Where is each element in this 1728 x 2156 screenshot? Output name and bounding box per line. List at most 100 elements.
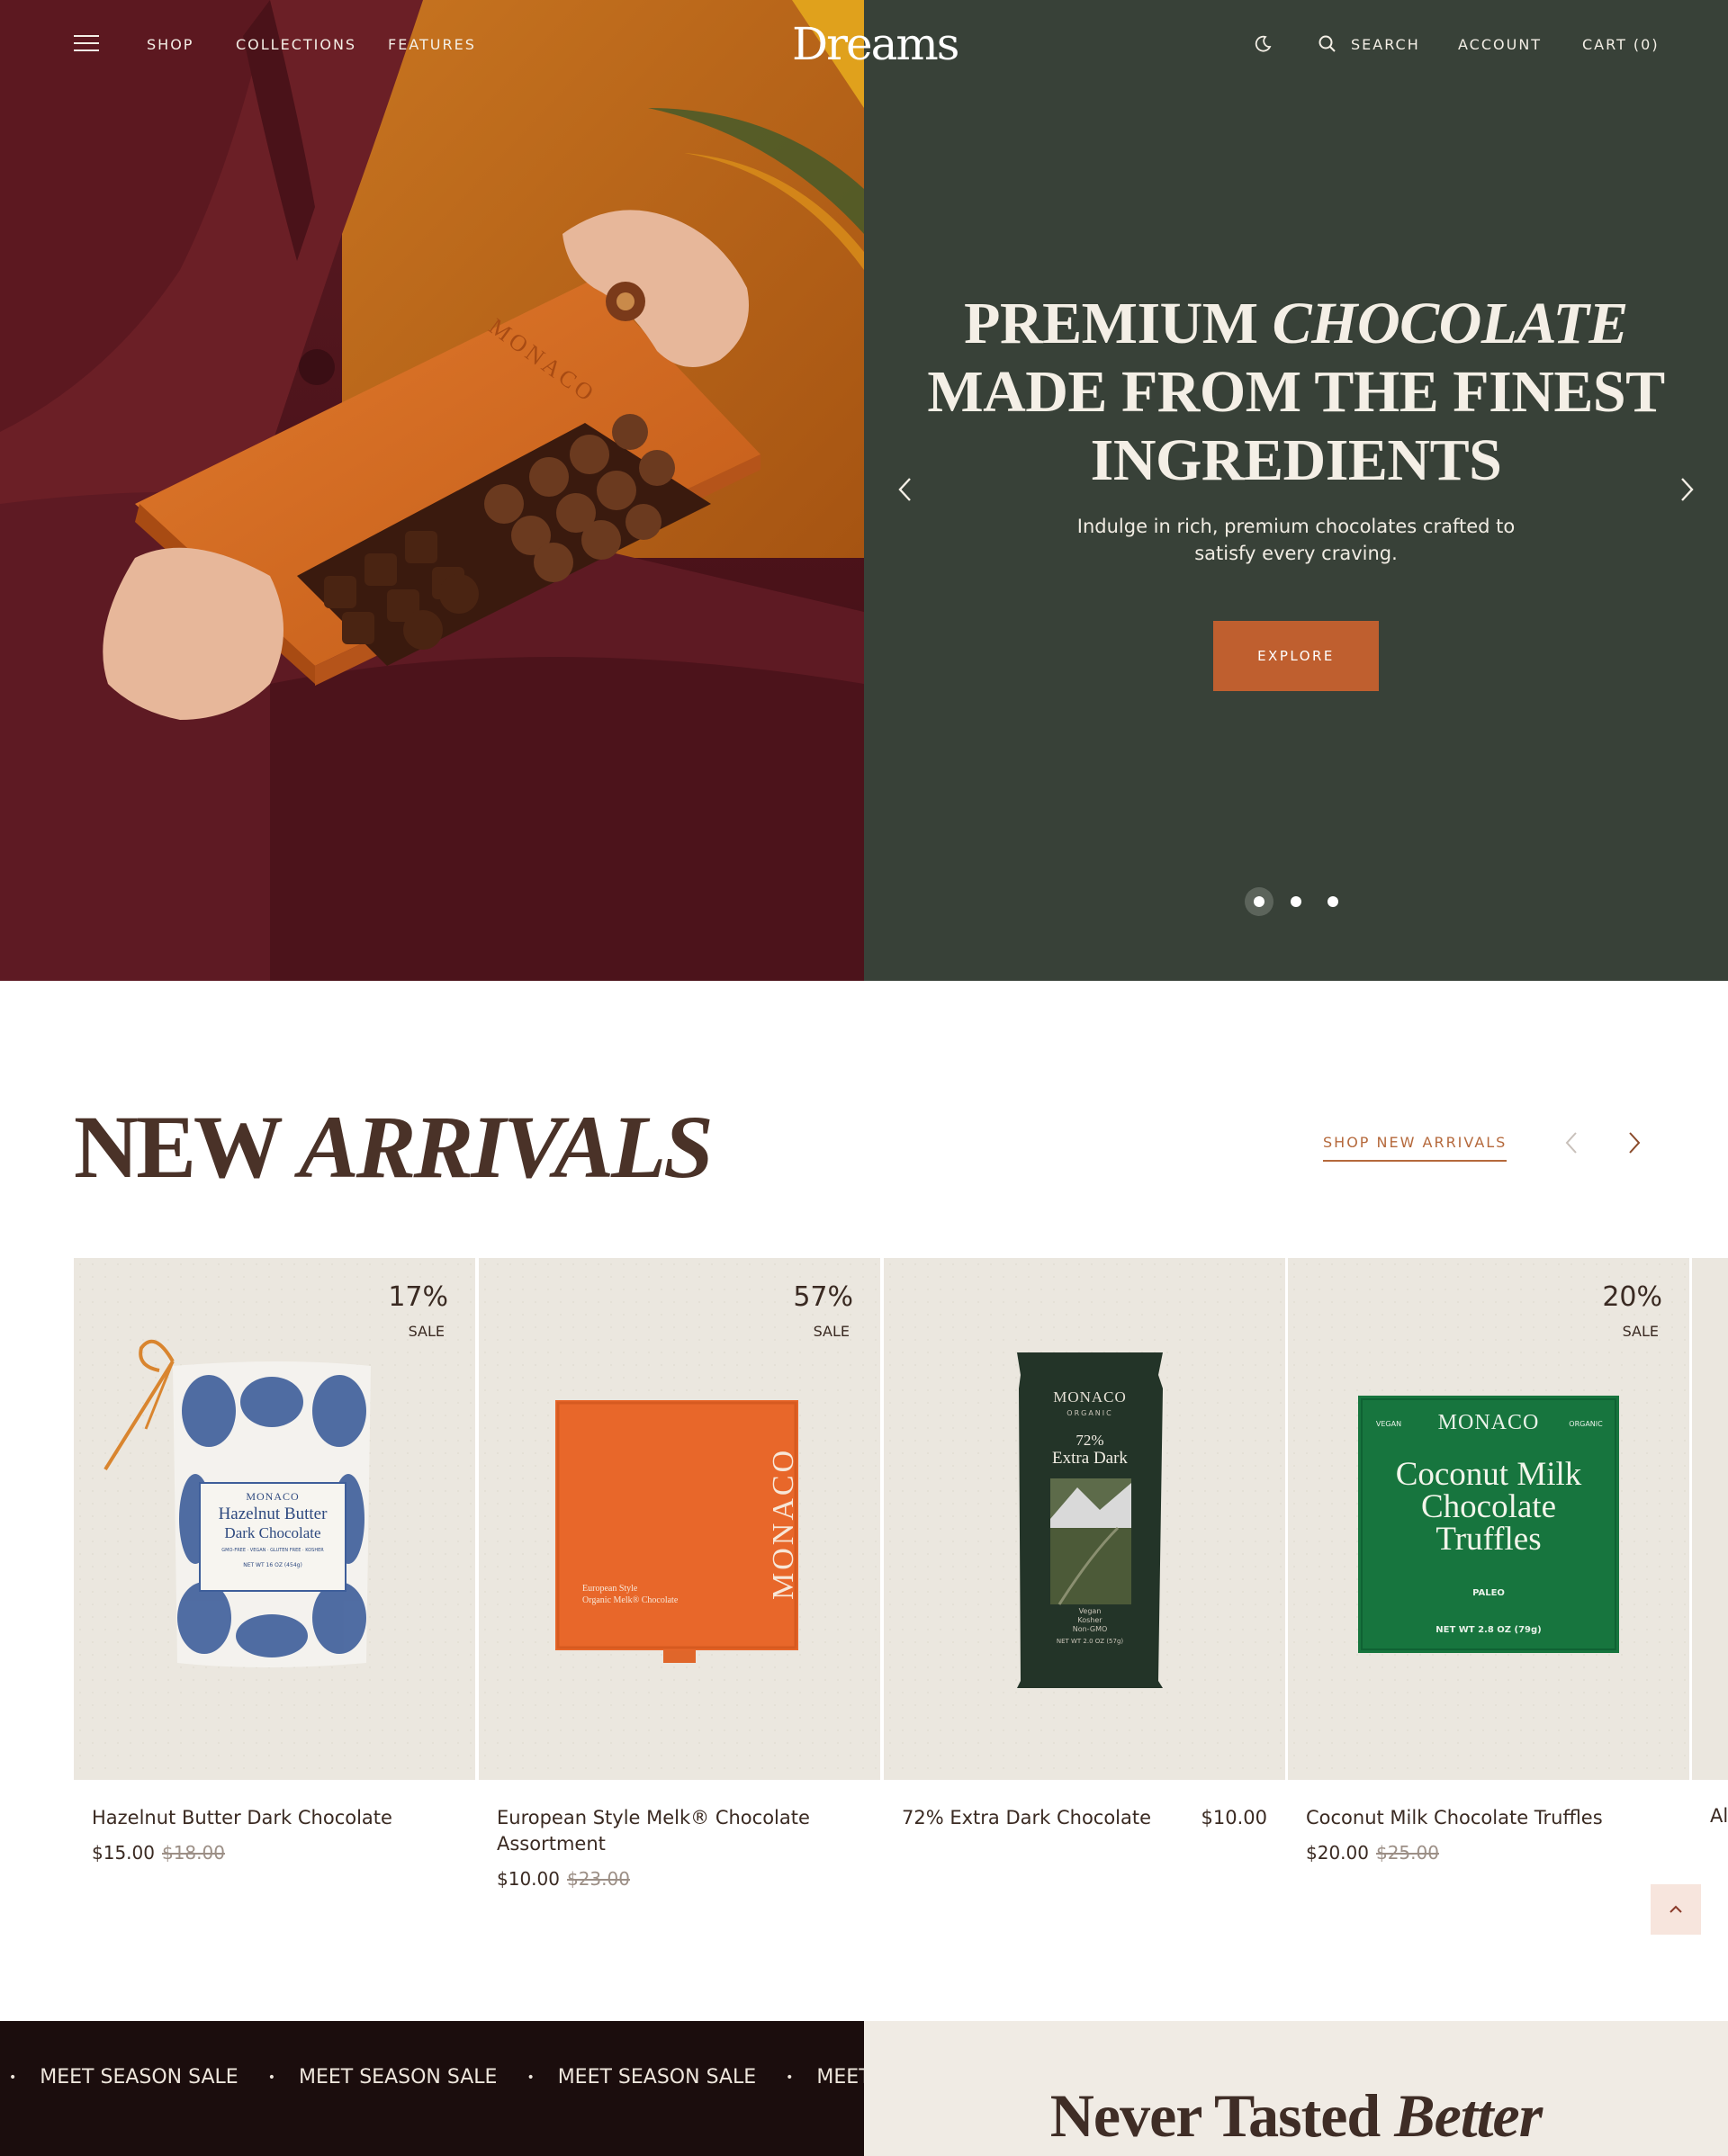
arrivals-prev-button[interactable] — [1555, 1127, 1588, 1159]
pack-sub: ORGANIC — [1066, 1409, 1113, 1417]
product-name[interactable]: Hazelnut Butter Dark Chocolate — [74, 1805, 475, 1831]
pack-line1: 72% — [1076, 1432, 1104, 1449]
product-card[interactable]: 20% SALE VEGAN MONACO ORGANIC Coconut Mi… — [1288, 1258, 1689, 1864]
chevron-left-icon — [1565, 1132, 1577, 1154]
pack-small: PALEO — [1472, 1588, 1505, 1598]
slide-dot-1[interactable] — [1254, 896, 1264, 907]
product-price: $20.00 $25.00 — [1288, 1842, 1689, 1864]
old-price: $23.00 — [566, 1868, 630, 1890]
chevron-up-icon — [1670, 1905, 1682, 1913]
product-name: 72% Extra Dark Chocolate $10.00 — [884, 1805, 1285, 1831]
product-image[interactable]: 20% SALE VEGAN MONACO ORGANIC Coconut Mi… — [1288, 1258, 1689, 1780]
product-price: $10.00 $23.00 — [479, 1868, 880, 1890]
product-name[interactable]: Al — [1692, 1805, 1728, 1827]
product-name[interactable]: Coconut Milk Chocolate Truffles — [1288, 1805, 1689, 1831]
marquee-text: MEET SEASON SALE — [557, 2066, 757, 2089]
never-tasted-section: Never Tasted Better — [864, 2021, 1728, 2156]
pack-brand: MONACO — [1053, 1388, 1127, 1406]
pack-brand: MONACO — [246, 1490, 300, 1503]
never-title-italic: Better — [1394, 2081, 1543, 2150]
chevron-right-icon — [1681, 478, 1694, 501]
sale-marquee: • MEET SEASON SALE • MEET SEASON SALE • MEE… — [0, 2021, 864, 2156]
hero-photo-illustration — [0, 0, 864, 981]
product-price: $15.00 $18.00 — [74, 1842, 475, 1864]
product-image[interactable]: 57% SALE MONACO European Style Organic M… — [479, 1258, 880, 1780]
product-name-text[interactable]: 72% Extra Dark Chocolate — [902, 1805, 1151, 1831]
never-tasted-title: Never Tasted Better — [864, 2080, 1728, 2152]
pack-line2: Organic Melk® Chocolate — [582, 1595, 679, 1605]
pack-brand: MONACO — [767, 1447, 800, 1600]
pack-weight: NET WT 2.0 OZ (57g) — [1056, 1638, 1124, 1645]
pack-weight: NET WT 2.8 OZ (79g) — [1436, 1625, 1542, 1635]
dark-bar-illustration — [1017, 1352, 1163, 1688]
price: $20.00 — [1306, 1842, 1369, 1864]
product-name[interactable]: European Style Melk® Chocolate Assortmen… — [479, 1805, 880, 1857]
nav-cart[interactable]: CART (0) — [1582, 36, 1660, 53]
hero-section: MONACO PREMIUM CHOCOLATE MADE FROM THE F… — [0, 0, 1728, 981]
product-card[interactable]: 17% SALE MONACO Hazelnut Butter Dark Cho… — [74, 1258, 475, 1864]
old-price: $25.00 — [1375, 1842, 1439, 1864]
pack-line2: Chocolate — [1420, 1488, 1556, 1525]
product-image[interactable]: MONACO ORGANIC 72% Extra Dark Vegan Kosh… — [884, 1258, 1285, 1780]
marquee-bullet: • — [526, 2071, 535, 2085]
nav-shop[interactable]: SHOP — [147, 36, 194, 53]
pack-weight: NET WT 16 OZ (454g) — [243, 1562, 302, 1568]
assortment-box-illustration — [555, 1400, 798, 1663]
product-card[interactable]: Al — [1692, 1258, 1728, 1834]
marquee-text: MEET SEASON SALE — [40, 2066, 238, 2089]
price: $10.00 — [497, 1868, 560, 1890]
theme-toggle[interactable] — [1253, 34, 1273, 54]
top-nav: SHOP COLLECTIONS FEATURES Dreams SEARCH … — [0, 0, 1728, 90]
nav-collections[interactable]: COLLECTIONS — [236, 36, 356, 53]
hero-next-button[interactable] — [1669, 472, 1705, 508]
marquee-bullet: • — [267, 2071, 275, 2085]
moon-icon — [1255, 35, 1272, 52]
product-card[interactable]: 57% SALE MONACO European Style Organic M… — [479, 1258, 880, 1890]
marquee-track: • MEET SEASON SALE • MEET SEASON SALE • MEE… — [9, 2066, 864, 2089]
shop-new-arrivals-link[interactable]: SHOP NEW ARRIVALS — [1323, 1134, 1508, 1162]
nav-account[interactable]: ACCOUNT — [1458, 36, 1542, 53]
price: $15.00 — [92, 1842, 155, 1864]
pack-line3: Truffles — [1436, 1521, 1542, 1558]
arrivals-next-button[interactable] — [1618, 1127, 1651, 1159]
back-to-top-button[interactable] — [1651, 1884, 1701, 1935]
site-logo[interactable]: Dreams — [792, 18, 959, 70]
new-arrivals-title-plain: NEW — [74, 1097, 300, 1197]
pack-small: GMO-FREE · VEGAN · GLUTEN FREE · KOSHER — [221, 1548, 324, 1553]
product-image[interactable]: 17% SALE MONACO Hazelnut Butter Dark Cho… — [74, 1258, 475, 1780]
chevron-left-icon — [898, 478, 911, 501]
search-button[interactable]: SEARCH — [1318, 32, 1420, 56]
marquee-text: MEET SEASON SALE — [298, 2066, 498, 2089]
marquee-bullet: • — [786, 2071, 794, 2085]
search-icon — [1318, 35, 1336, 52]
search-label: SEARCH — [1351, 36, 1420, 53]
hero-title-italic: CHOCOLATE — [1272, 291, 1629, 356]
hero-subtitle: Indulge in rich, premium chocolates craf… — [1076, 516, 1516, 564]
price: $10.00 — [1201, 1807, 1267, 1828]
nav-features[interactable]: FEATURES — [388, 36, 476, 53]
slide-dot-3[interactable] — [1328, 896, 1338, 907]
old-price: $18.00 — [161, 1842, 225, 1864]
product-card[interactable]: MONACO ORGANIC 72% Extra Dark Vegan Kosh… — [884, 1258, 1285, 1831]
slide-dot-2[interactable] — [1291, 896, 1301, 907]
hero-prev-button[interactable] — [887, 472, 923, 508]
chevron-right-icon — [1629, 1132, 1641, 1154]
pack-line1: Coconut Milk — [1395, 1456, 1582, 1493]
marquee-text: MEET SEASON SALE — [816, 2066, 864, 2089]
never-title-plain: Never Tasted — [1049, 2081, 1395, 2150]
pack-line2: Dark Chocolate — [224, 1524, 321, 1541]
pack-small3: Non-GMO — [1072, 1625, 1108, 1633]
hamburger-icon[interactable] — [74, 34, 99, 52]
explore-button[interactable]: EXPLORE — [1213, 621, 1379, 691]
marquee-bullet: • — [9, 2071, 17, 2085]
hero-title-line2: MADE FROM THE FINEST — [927, 359, 1665, 425]
pack-tag-right: ORGANIC — [1569, 1420, 1603, 1428]
product-image[interactable] — [1692, 1258, 1728, 1780]
hero-title-line1: PREMIUM — [964, 291, 1273, 356]
new-arrivals-title: NEW ARRIVALS — [74, 1097, 714, 1197]
hero-image: MONACO — [0, 0, 864, 981]
hero-title: PREMIUM CHOCOLATE MADE FROM THE FINEST I… — [909, 290, 1683, 495]
new-arrivals-title-italic: ARRIVALS — [299, 1097, 714, 1197]
pack-line1: Hazelnut Butter — [218, 1505, 328, 1523]
pack-small2: Kosher — [1077, 1616, 1102, 1624]
